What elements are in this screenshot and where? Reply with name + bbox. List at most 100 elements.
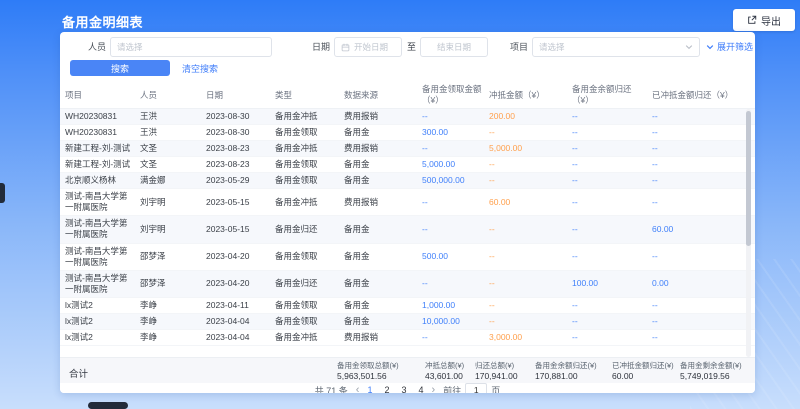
cell-received: 500.00 [420,249,487,264]
start-date-input[interactable]: 开始日期 [334,37,402,57]
table-row[interactable]: 测试-南昌大学第一附属医院邵梦泽2023-04-20备用金归还备用金----10… [60,271,755,298]
page-number[interactable]: 1 [367,385,372,393]
cell-date: 2023-08-30 [204,125,273,140]
cell-balance-return: -- [570,195,650,210]
scrollbar-thumb[interactable] [746,111,751,246]
taskbar-fragment [88,402,128,409]
cell-offset-return: -- [650,109,741,124]
cell-offset-return: -- [650,195,741,210]
cell-person: 文圣 [138,141,204,156]
cell-offset-return: 0.00 [650,276,741,291]
goto-page-input[interactable] [465,383,487,393]
cell-received: 500,000.00 [420,173,487,188]
pagination-bar: 共 71 条 ‹ 1 2 3 4 › 前往 页 [60,383,755,393]
table-row[interactable]: WH20230831王洪2023-08-30备用金冲抵费用报销--200.00-… [60,109,755,125]
cell-person: 满金娜 [138,173,204,188]
cell-project: 新建工程-刘-测试 [63,141,138,156]
page-number[interactable]: 2 [384,385,389,393]
filter-bar: 人员 日期 开始日期 至 结束日期 项目 请选择 展开筛选 搜索 清空搜索 [60,32,755,82]
cell-person: 文圣 [138,157,204,172]
cell-person: 邵梦泽 [138,276,204,291]
project-select-placeholder: 请选择 [539,41,565,53]
cell-received: -- [420,141,487,156]
end-date-input[interactable]: 结束日期 [420,37,488,57]
cell-source: 备用金 [342,125,420,140]
table-row[interactable]: 测试-南昌大学第一附属医院刘宇明2023-05-15备用金冲抵费用报销--60.… [60,189,755,216]
date-filter-label: 日期 [312,37,330,57]
cell-person: 李峥 [138,330,204,345]
table-row[interactable]: lx测试2李峥2023-04-04备用金冲抵费用报销--3,000.00---- [60,330,755,346]
person-filter-input[interactable] [110,37,272,57]
page-number[interactable]: 3 [401,385,406,393]
table-row[interactable]: 测试-南昌大学第一附属医院刘宇明2023-05-15备用金归还备用金------… [60,216,755,243]
cell-received: 1,000.00 [420,298,487,313]
cell-balance-return: -- [570,330,650,345]
cell-type: 备用金领取 [273,249,342,264]
cell-source: 备用金 [342,222,420,237]
page-number[interactable]: 4 [419,385,424,393]
project-filter-select[interactable]: 请选择 [532,37,700,57]
clear-search-link[interactable]: 清空搜索 [182,62,218,75]
goto-page-group: 前往 页 [443,383,500,393]
cell-offset: 200.00 [487,109,570,124]
cell-project: 北京顺义杨林 [63,173,138,188]
cell-project: 新建工程-刘-测试 [63,157,138,172]
cell-source: 费用报销 [342,141,420,156]
column-header: 项目 [63,88,138,103]
table-row[interactable]: 新建工程-刘-测试文圣2023-08-23备用金领取备用金5,000.00---… [60,157,755,173]
table-row[interactable]: lx测试2李峥2023-04-11备用金领取备用金1,000.00------ [60,298,755,314]
table-row[interactable]: 北京顺义杨林满金娜2023-05-29备用金领取备用金500,000.00---… [60,173,755,189]
export-label: 导出 [761,13,781,28]
summary-stat: 已冲抵金额归还(¥)60.00 [612,361,674,383]
cell-person: 刘宇明 [138,195,204,210]
cell-offset: 3,000.00 [487,330,570,345]
export-icon [747,15,757,25]
cell-balance-return: -- [570,157,650,172]
cell-project: 测试-南昌大学第一附属医院 [63,189,138,215]
cell-received: -- [420,276,487,291]
cell-type: 备用金冲抵 [273,195,342,210]
cell-date: 2023-08-30 [204,109,273,124]
cell-offset: -- [487,314,570,329]
cell-date: 2023-05-15 [204,222,273,237]
export-button[interactable]: 导出 [733,9,795,31]
cell-project: WH20230831 [63,109,138,124]
cell-balance-return: -- [570,298,650,313]
cell-balance-return: -- [570,222,650,237]
chevron-down-icon [685,43,693,51]
table-row[interactable]: 测试-南昌大学第一附属医院邵梦泽2023-04-20备用金领取备用金500.00… [60,244,755,271]
cell-offset-return: -- [650,314,741,329]
cell-offset: -- [487,276,570,291]
cell-date: 2023-04-20 [204,249,273,264]
cell-source: 费用报销 [342,109,420,124]
cell-date: 2023-04-20 [204,276,273,291]
column-header: 冲抵金额（¥） [487,88,570,103]
cell-offset: -- [487,222,570,237]
cell-offset: -- [487,249,570,264]
next-page-icon[interactable]: › [432,385,436,393]
cell-type: 备用金领取 [273,314,342,329]
column-header: 日期 [204,88,273,103]
table-row[interactable]: 新建工程-刘-测试文圣2023-08-23备用金冲抵费用报销--5,000.00… [60,141,755,157]
cell-type: 备用金冲抵 [273,141,342,156]
calendar-icon [341,43,350,52]
prev-page-icon[interactable]: ‹ [356,385,360,393]
total-count-label: 共 71 条 [315,384,348,393]
cell-project: lx测试2 [63,314,138,329]
expand-filters-link[interactable]: 展开筛选 [706,37,753,57]
cell-date: 2023-08-23 [204,157,273,172]
cell-offset-return: -- [650,173,741,188]
cell-received: 5,000.00 [420,157,487,172]
table-row[interactable]: WH20230831王洪2023-08-30备用金领取备用金300.00----… [60,125,755,141]
search-button[interactable]: 搜索 [70,60,170,76]
collapsed-drawer-handle[interactable] [0,183,5,203]
cell-person: 邵梦泽 [138,249,204,264]
summary-stat: 备用金剩余金额(¥)5,749,019.56 [680,361,742,383]
table-row[interactable]: lx测试2李峥2023-04-04备用金领取备用金10,000.00------ [60,314,755,330]
summary-stat: 备用金领取总额(¥)5,963,501.56 [337,361,399,383]
chevron-down-icon [706,43,714,51]
cell-source: 备用金 [342,298,420,313]
page-title: 备用金明细表 [62,12,143,31]
cell-date: 2023-05-29 [204,173,273,188]
cell-source: 费用报销 [342,195,420,210]
